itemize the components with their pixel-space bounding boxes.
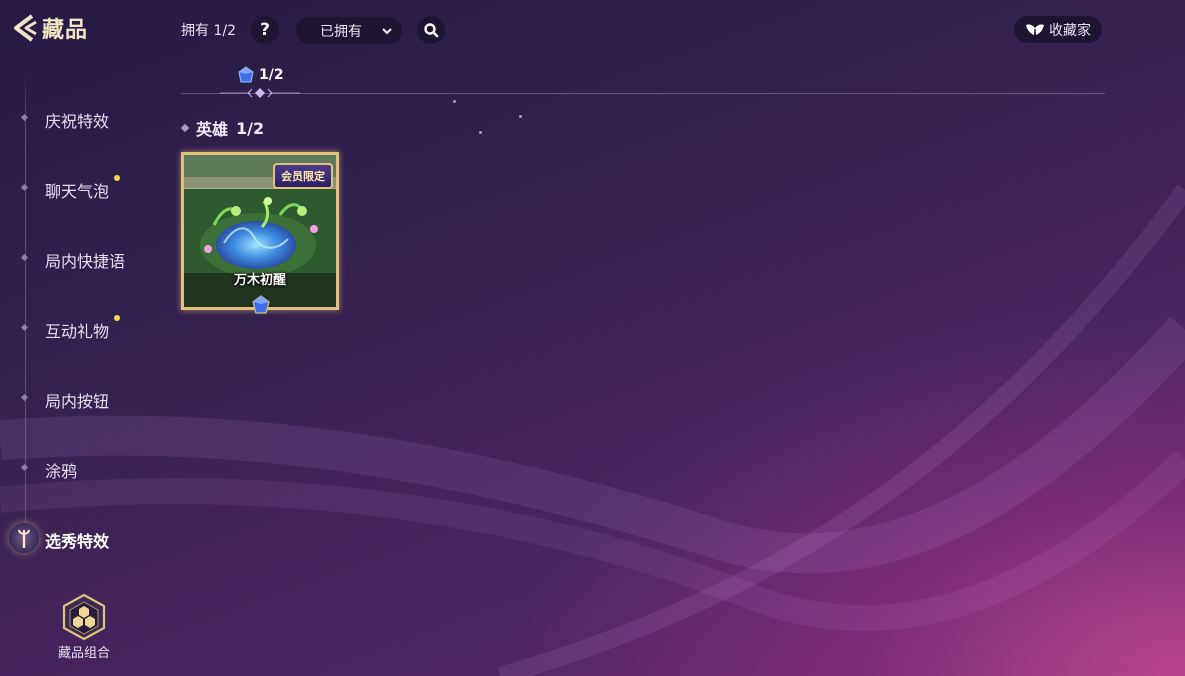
card-name: 万木初醒 [233, 273, 286, 288]
blue-gem-icon [238, 66, 254, 83]
section-heading: 英雄 1/2 [180, 116, 265, 140]
sparkle [479, 131, 482, 134]
diamond-icon [20, 183, 29, 192]
sidebar-item-in-game-buttons[interactable]: 局内按钮 [0, 383, 170, 413]
sidebar-item-label: 互动礼物 [45, 322, 110, 341]
section-count: 1/2 [236, 118, 265, 138]
notification-dot [114, 315, 120, 321]
background-swoosh [0, 184, 1185, 676]
gem-progress: 1/2 [237, 66, 284, 84]
member-exclusive-badge: 会员限定 [273, 163, 333, 189]
sidebar-item-quick-chat[interactable]: 局内快捷语 [0, 243, 170, 273]
diamond-icon [20, 323, 29, 332]
filter-selected-value: 已拥有 [320, 23, 362, 40]
chevron-left-icon [14, 14, 37, 42]
sword-icon [18, 529, 30, 548]
back-button[interactable]: 藏品 [10, 12, 88, 44]
help-icon: ? [260, 20, 270, 40]
sidebar-item-celebration-effects[interactable]: 庆祝特效 [0, 103, 170, 133]
active-indicator [9, 523, 39, 553]
blue-gem-icon [252, 295, 270, 314]
collector-label: 收藏家 [1049, 22, 1091, 39]
collection-combo-button[interactable]: 藏品组合 [50, 594, 118, 661]
help-button[interactable]: ? [251, 16, 279, 44]
wings-icon [1026, 23, 1044, 36]
sidebar-item-label: 局内按钮 [45, 392, 110, 411]
sidebar-item-interactive-gifts[interactable]: 互动礼物 [0, 313, 170, 343]
hexagon-cluster-icon [62, 594, 106, 640]
search-icon [424, 23, 439, 38]
gem-progress-count: 1/2 [259, 67, 284, 83]
collector-button[interactable]: 收藏家 [1014, 16, 1102, 43]
section-title: 英雄 [196, 120, 229, 139]
sparkle [453, 100, 456, 103]
sidebar-item-label: 聊天气泡 [45, 182, 110, 201]
diamond-icon [20, 463, 29, 472]
sidebar-item-label: 选秀特效 [45, 532, 110, 551]
divider-ornament [220, 88, 300, 98]
sidebar-item-label: 涂鸦 [45, 462, 78, 481]
chevron-down-icon [382, 27, 392, 34]
owned-filter-select[interactable]: 已拥有 [296, 17, 402, 44]
diamond-icon [20, 253, 29, 262]
diamond-icon [20, 393, 29, 402]
owned-count: 拥有 1/2 [181, 23, 236, 39]
diamond-icon [180, 123, 190, 133]
sidebar-item-chat-bubbles[interactable]: 聊天气泡 [0, 173, 170, 203]
sidebar-item-draft-effects[interactable]: 选秀特效 [0, 523, 170, 553]
sidebar-item-label: 局内快捷语 [45, 252, 126, 271]
notification-dot [114, 175, 120, 181]
sidebar-item-label: 庆祝特效 [45, 112, 110, 131]
collection-combo-label: 藏品组合 [57, 646, 110, 661]
sidebar-item-graffiti[interactable]: 涂鸦 [0, 453, 170, 483]
page-title: 藏品 [42, 18, 89, 43]
collectible-card[interactable]: 会员限定 万木初醒 [181, 152, 339, 314]
diamond-icon [20, 113, 29, 122]
sparkle [519, 115, 522, 118]
content-divider [181, 93, 1105, 94]
search-button[interactable] [417, 16, 445, 44]
